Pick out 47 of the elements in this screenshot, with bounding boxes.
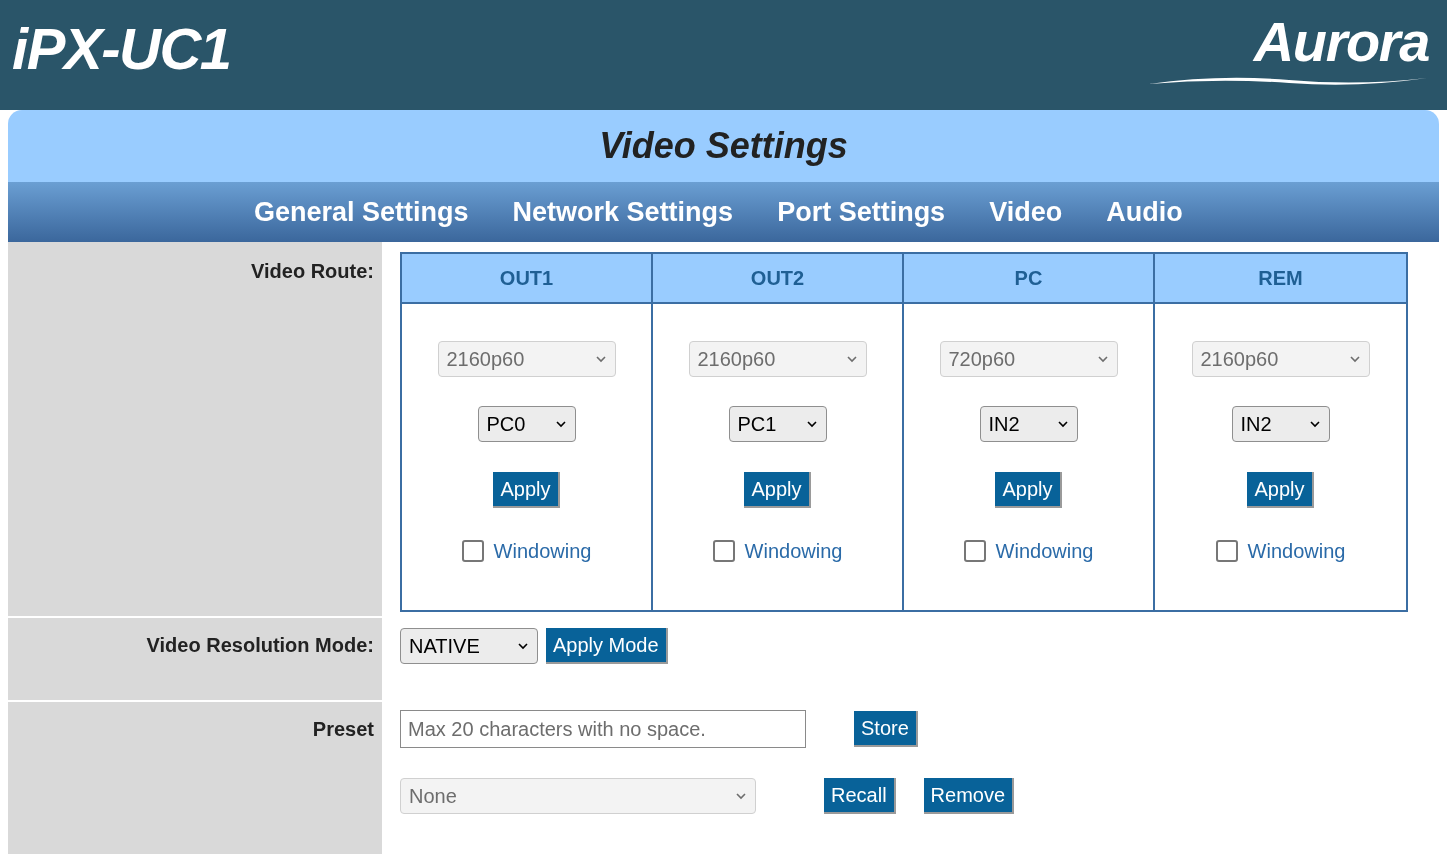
dropdown[interactable]: NATIVE <box>400 628 538 664</box>
store-button[interactable]: Store <box>854 711 918 747</box>
apply-mode-button[interactable]: Apply Mode <box>546 628 668 664</box>
field-label: Video Route: <box>251 259 374 284</box>
caret-icon <box>517 642 529 650</box>
checkbox-label: Windowing <box>493 539 592 564</box>
field-label: Preset <box>312 717 374 742</box>
dropdown[interactable]: IN2 <box>1231 406 1330 442</box>
nav-tab[interactable]: Port Settings <box>777 191 946 233</box>
checkbox-label: Windowing <box>1247 539 1346 564</box>
column-header: OUT2 <box>653 254 902 304</box>
caret-icon <box>1096 355 1109 363</box>
checkbox-label: Windowing <box>995 539 1094 564</box>
nav-tab[interactable]: Network Settings <box>512 191 734 233</box>
apply-button[interactable]: Apply <box>995 472 1062 508</box>
apply-button[interactable]: Apply <box>493 472 560 508</box>
preset-name-field[interactable]: Max 20 characters with no space. <box>400 710 806 748</box>
column-header: REM <box>1155 254 1406 304</box>
column-header: PC <box>904 254 1153 304</box>
dropdown[interactable]: IN2 <box>979 406 1078 442</box>
remove-button[interactable]: Remove <box>923 778 1015 814</box>
caret-icon <box>1308 420 1321 428</box>
dropdown[interactable]: PC0 <box>477 406 576 442</box>
caret-icon <box>805 420 818 428</box>
dropdown[interactable]: PC1 <box>728 406 827 442</box>
nav-tab[interactable]: General Settings <box>254 191 469 233</box>
caret-icon <box>1348 355 1361 363</box>
checkbox[interactable] <box>461 540 484 562</box>
page-title: Video Settings <box>599 124 848 168</box>
caret-icon <box>845 355 858 363</box>
caret-icon <box>594 355 607 363</box>
nav-tab[interactable]: Video <box>989 191 1063 233</box>
apply-button[interactable]: Apply <box>744 472 811 508</box>
caret-icon <box>1056 420 1069 428</box>
apply-button[interactable]: Apply <box>1247 472 1314 508</box>
field-label: Video Resolution Mode: <box>146 633 374 658</box>
caret-icon <box>735 792 747 800</box>
checkbox[interactable] <box>963 540 986 562</box>
recall-button[interactable]: Recall <box>824 778 896 814</box>
caret-icon <box>554 420 567 428</box>
nav-tab[interactable]: Audio <box>1106 191 1183 233</box>
checkbox[interactable] <box>712 540 735 562</box>
column-header: OUT1 <box>402 254 651 304</box>
brand-logo: Aurora <box>1253 12 1429 72</box>
product-logo: iPX-UC1 <box>12 14 231 83</box>
checkbox[interactable] <box>1215 540 1238 562</box>
checkbox-label: Windowing <box>744 539 843 564</box>
